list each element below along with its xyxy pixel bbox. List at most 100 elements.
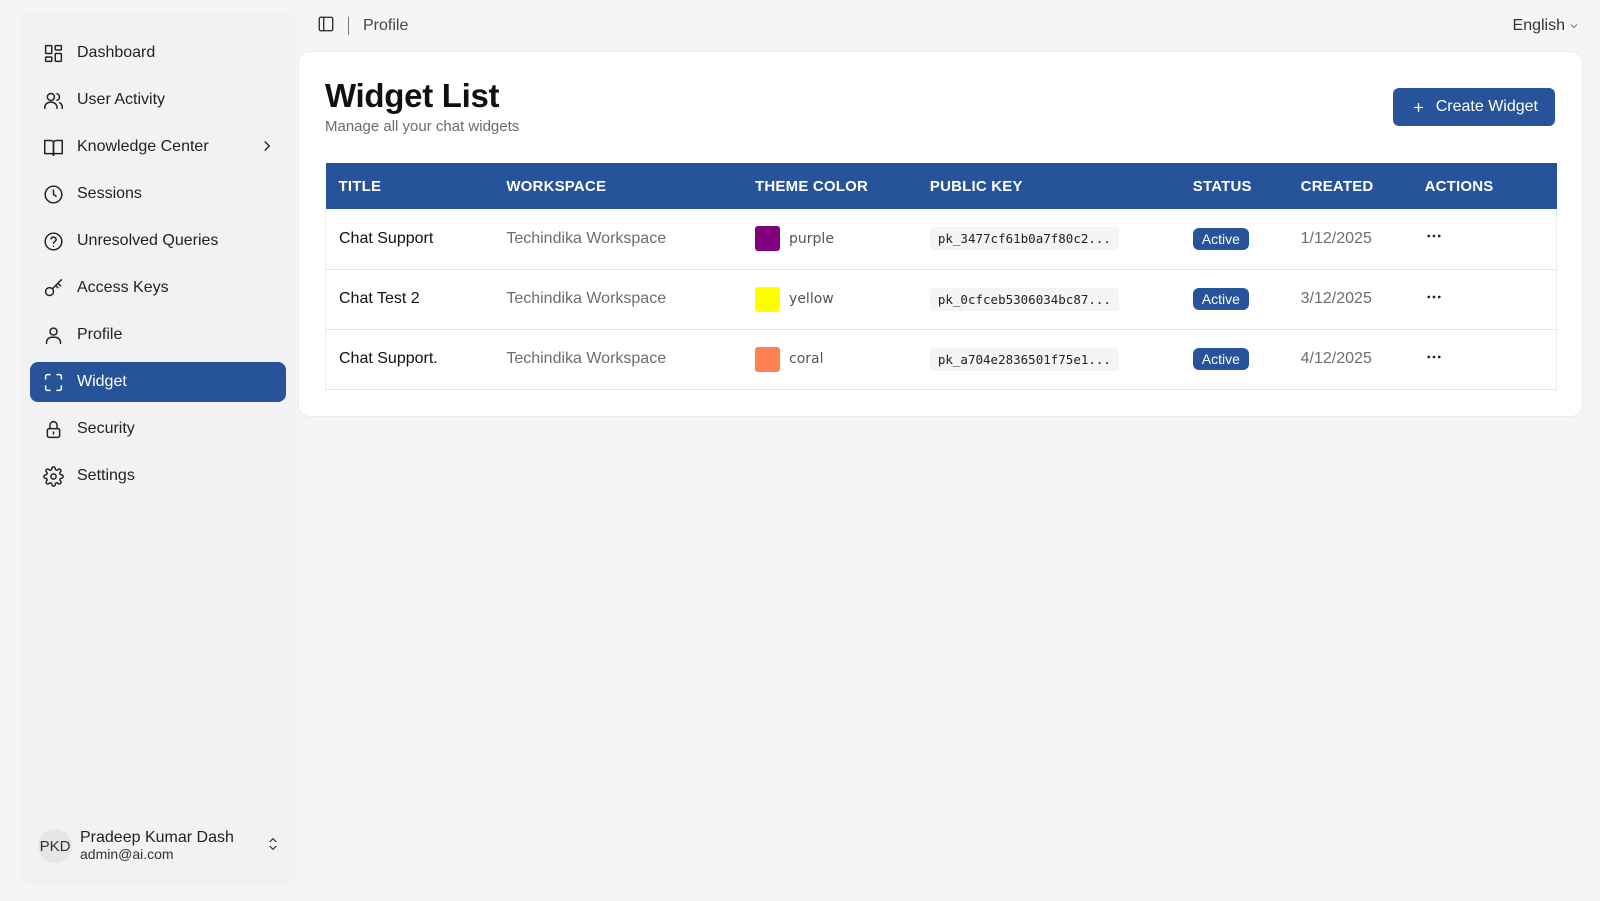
color-name: coral — [789, 351, 824, 367]
sidebar-item-security[interactable]: Security — [30, 409, 286, 449]
avatar: PKD — [38, 829, 72, 863]
sidebar-item-access-keys[interactable]: Access Keys — [30, 268, 286, 308]
sidebar-item-user-activity[interactable]: User Activity — [30, 80, 286, 120]
sidebar-item-dashboard[interactable]: Dashboard — [30, 33, 286, 73]
plus-icon — [1413, 102, 1423, 112]
widget-status: Active — [1180, 329, 1288, 389]
create-widget-label: Create Widget — [1435, 98, 1538, 115]
column-header-title: TITLE — [338, 177, 382, 195]
sidebar-item-label: Knowledge Center — [77, 138, 209, 155]
chevron-down-icon — [1570, 24, 1578, 29]
breadcrumb[interactable]: Profile — [363, 17, 408, 35]
user-icon — [42, 324, 64, 346]
page-subtitle: Manage all your chat widgets — [325, 118, 520, 135]
key-icon — [42, 277, 64, 299]
widget-table: TITLE WORKSPACE THEME COLOR PUBLIC KEY S… — [325, 163, 1557, 390]
color-swatch — [755, 346, 781, 372]
sidebar-item-label: Dashboard — [77, 44, 156, 61]
language-label: English — [1512, 17, 1565, 34]
status-badge: Active — [1192, 227, 1249, 250]
more-actions-icon[interactable] — [1425, 232, 1443, 249]
widget-status: Active — [1180, 209, 1288, 269]
widget-actions — [1412, 209, 1557, 269]
widget-public-key: pk_0cfceb5306034bc87... — [917, 269, 1180, 329]
widget-created: 1/12/2025 — [1300, 229, 1372, 247]
lock-icon — [42, 418, 64, 440]
column-header-public-key: PUBLIC KEY — [929, 177, 1023, 195]
widget-workspace: Techindika Workspace — [506, 350, 667, 367]
sidebar-item-label: Widget — [77, 373, 127, 390]
color-swatch — [755, 226, 781, 252]
public-key-value: pk_0cfceb5306034bc87... — [929, 287, 1119, 311]
book-icon — [42, 136, 64, 158]
create-widget-button[interactable]: Create Widget — [1392, 88, 1555, 126]
sidebar-item-widget[interactable]: Widget — [30, 362, 286, 402]
sidebar-item-unresolved-queries[interactable]: Unresolved Queries — [30, 221, 286, 261]
chevrons-up-down-icon[interactable] — [265, 836, 281, 857]
page-title: Widget List — [325, 77, 500, 114]
breadcrumb-separator — [348, 17, 349, 35]
language-select[interactable]: English — [1513, 17, 1580, 35]
color-name: purple — [789, 230, 834, 247]
sidebar-item-label: Settings — [77, 467, 135, 484]
help-circle-icon — [42, 230, 64, 252]
widget-public-key: pk_3477cf61b0a7f80c2... — [917, 209, 1180, 269]
widget-theme-color: yellow — [742, 269, 917, 329]
sidebar-item-label: Sessions — [77, 185, 142, 202]
table-row[interactable]: Chat Support. Techindika Workspace coral… — [325, 329, 1557, 389]
sidebar-item-profile[interactable]: Profile — [30, 315, 286, 355]
topbar: Profile English — [317, 12, 1580, 40]
color-swatch — [755, 286, 781, 312]
column-header-created: CREATED — [1300, 177, 1374, 195]
widget-created: 4/12/2025 — [1300, 350, 1372, 367]
widget-theme-color: purple — [742, 209, 917, 269]
widget-workspace: Techindika Workspace — [506, 229, 667, 247]
clock-icon — [42, 183, 64, 205]
widget-created: 3/12/2025 — [1300, 290, 1372, 307]
user-info: Pradeep Kumar Dash admin@ai.com — [80, 829, 265, 863]
more-actions-icon[interactable] — [1425, 353, 1443, 370]
dashboard-icon — [42, 42, 64, 64]
column-header-theme-color: THEME COLOR — [755, 177, 869, 195]
widget-actions — [1412, 329, 1557, 389]
column-header-actions: ACTIONS — [1424, 177, 1494, 195]
column-header-workspace: WORKSPACE — [506, 177, 607, 195]
table-header-row: TITLE WORKSPACE THEME COLOR PUBLIC KEY S… — [325, 163, 1557, 209]
widget-title: Chat Support. — [339, 350, 438, 367]
sidebar-toggle-icon[interactable] — [317, 15, 335, 38]
sidebar-item-label: Access Keys — [77, 279, 169, 296]
color-name: yellow — [789, 291, 834, 307]
user-menu[interactable]: PKD Pradeep Kumar Dash admin@ai.com — [38, 824, 281, 868]
sidebar-item-settings[interactable]: Settings — [30, 456, 286, 496]
widget-actions — [1412, 269, 1557, 329]
column-header-status: STATUS — [1192, 177, 1252, 195]
table-row[interactable]: Chat Test 2 Techindika Workspace yellow … — [325, 269, 1557, 329]
public-key-value: pk_a704e2836501f75e1... — [929, 347, 1119, 371]
widget-workspace: Techindika Workspace — [506, 290, 667, 307]
users-icon — [42, 89, 64, 111]
widget-list-card: Widget List Manage all your chat widgets… — [298, 51, 1583, 417]
user-email: admin@ai.com — [80, 846, 174, 862]
user-name: Pradeep Kumar Dash — [80, 829, 234, 846]
sidebar-item-sessions[interactable]: Sessions — [30, 174, 286, 214]
widget-title: Chat Support — [339, 229, 434, 247]
sidebar-nav: Dashboard User Activity Knowledge Center… — [21, 12, 295, 496]
widget-title: Chat Test 2 — [339, 290, 420, 307]
public-key-value: pk_3477cf61b0a7f80c2... — [929, 227, 1119, 251]
status-badge: Active — [1192, 348, 1249, 370]
status-badge: Active — [1192, 288, 1249, 310]
sidebar-item-label: User Activity — [77, 91, 166, 108]
table-row[interactable]: Chat Support Techindika Workspace purple… — [325, 209, 1557, 269]
gear-icon — [42, 465, 64, 487]
widget-theme-color: coral — [742, 329, 917, 389]
sidebar-item-label: Unresolved Queries — [77, 232, 219, 249]
sidebar-item-knowledge-center[interactable]: Knowledge Center — [30, 127, 286, 167]
chevron-right-icon[interactable] — [258, 137, 276, 155]
scan-icon — [42, 371, 64, 393]
sidebar: Dashboard User Activity Knowledge Center… — [21, 12, 295, 886]
widget-public-key: pk_a704e2836501f75e1... — [917, 329, 1180, 389]
more-actions-icon[interactable] — [1425, 293, 1443, 310]
sidebar-item-label: Profile — [77, 326, 123, 343]
widget-status: Active — [1180, 269, 1288, 329]
sidebar-item-label: Security — [77, 420, 135, 437]
